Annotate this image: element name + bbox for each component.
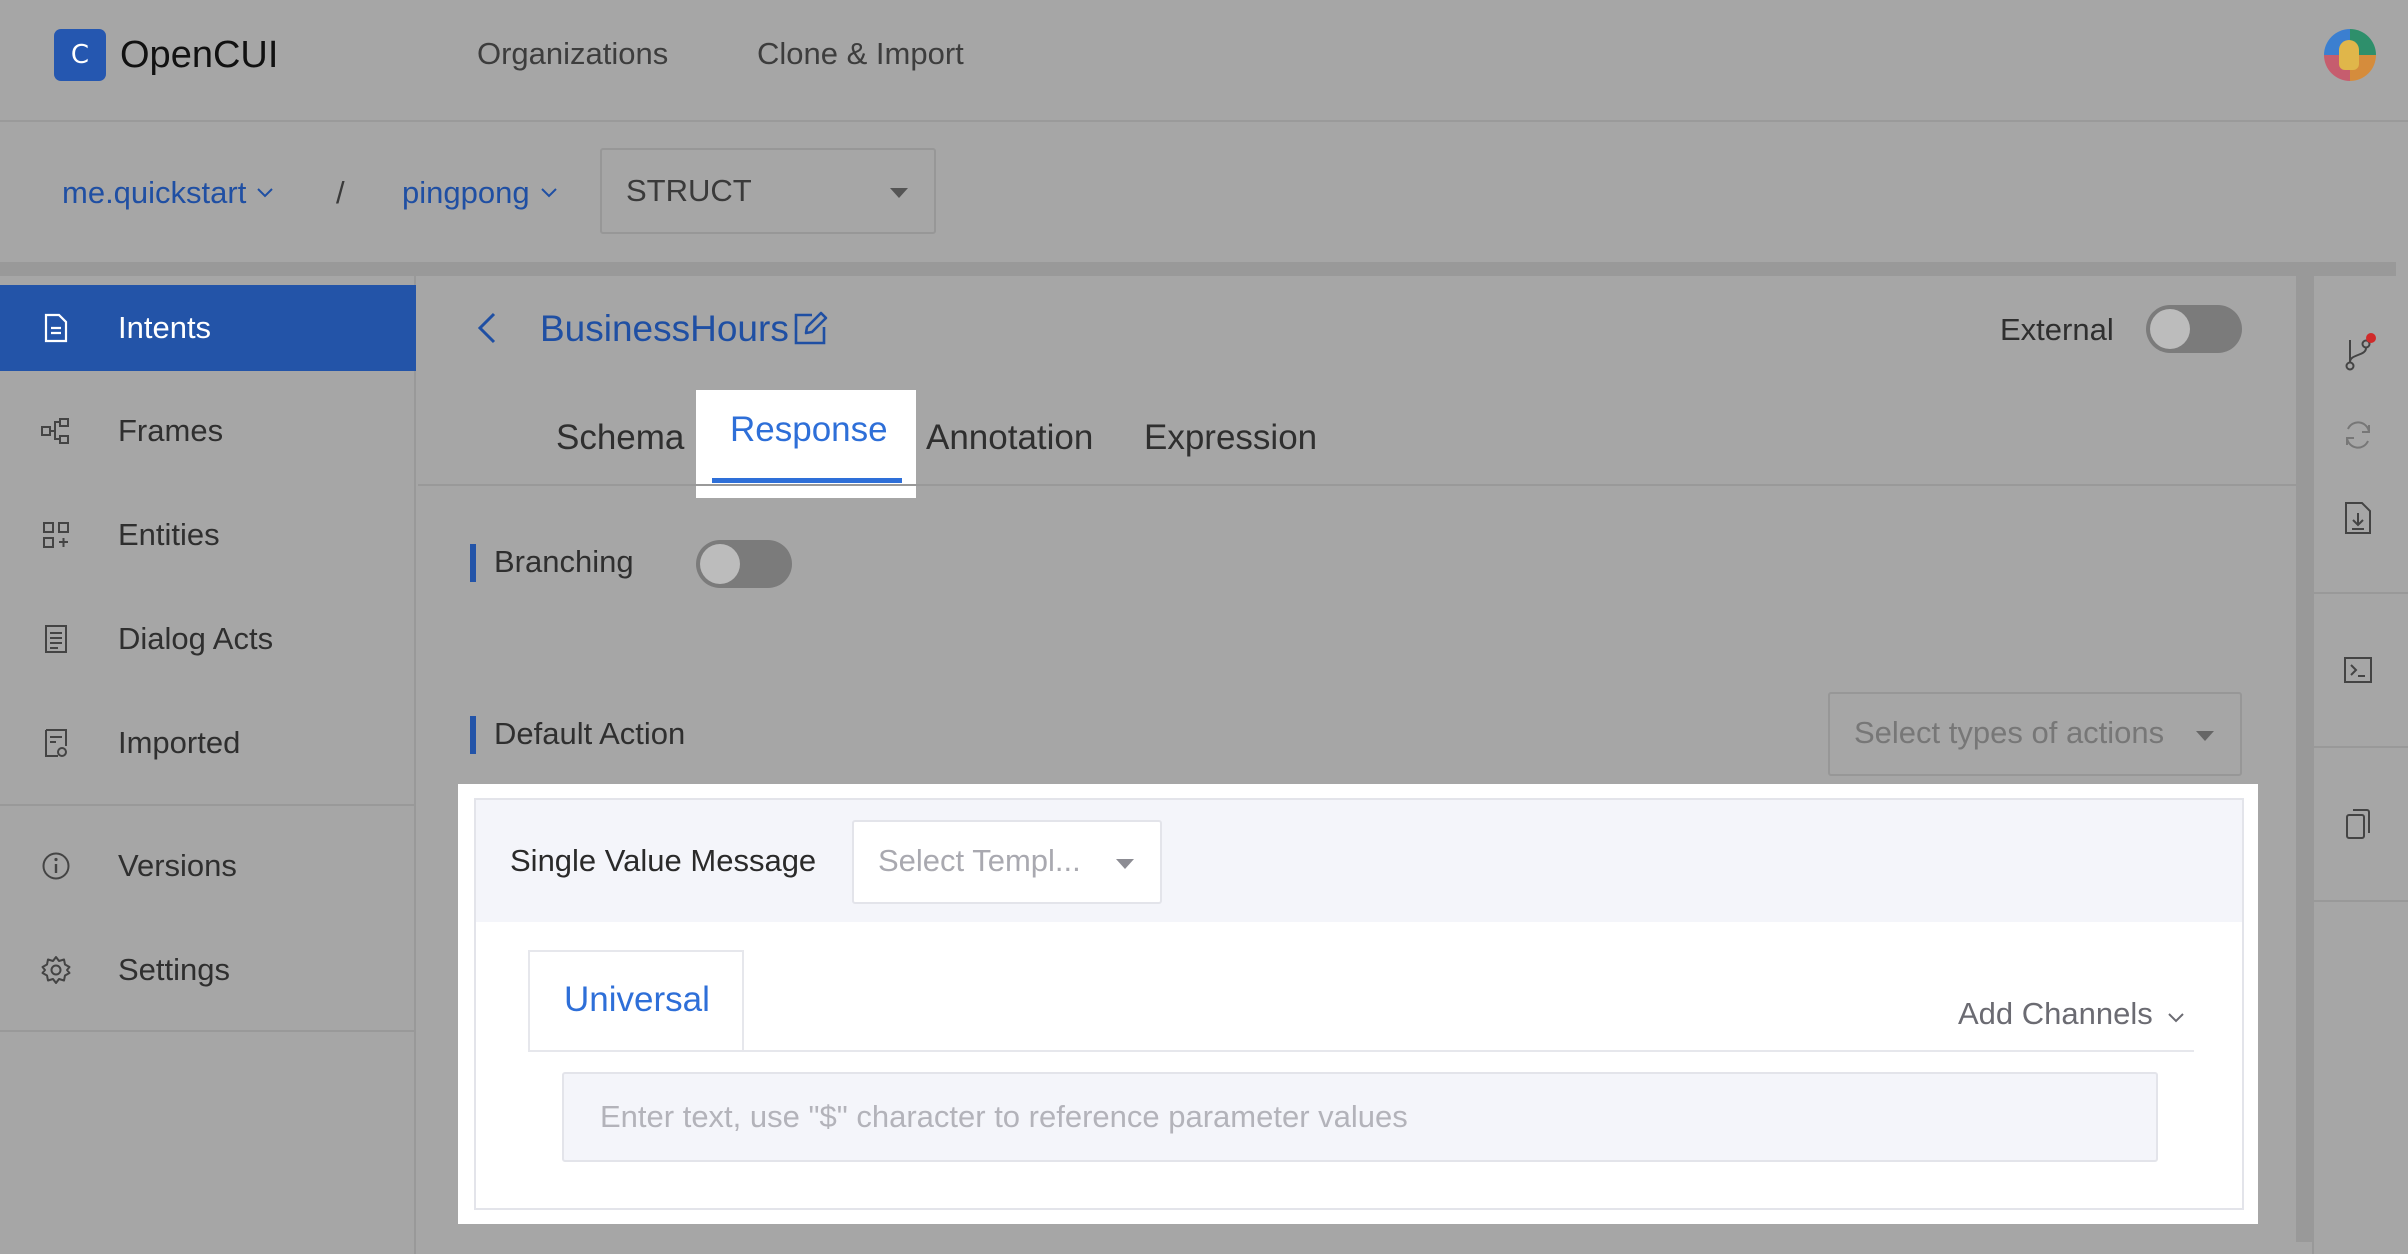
- sidebar-item-intents[interactable]: Intents: [0, 285, 416, 371]
- type-select[interactable]: STRUCT: [600, 148, 936, 234]
- sidebar-item-versions[interactable]: Versions: [0, 823, 416, 909]
- nav-organizations[interactable]: Organizations: [477, 32, 668, 76]
- sync-icon[interactable]: [2336, 413, 2380, 457]
- edit-icon[interactable]: [792, 311, 828, 347]
- sidebar-divider: [0, 804, 416, 806]
- sidebar-item-label: Versions: [118, 848, 237, 883]
- app-name[interactable]: OpenCUI: [120, 30, 278, 80]
- document-export-icon[interactable]: [2336, 496, 2380, 540]
- branching-label: Branching: [494, 544, 634, 579]
- sidebar-item-label: Intents: [118, 310, 212, 345]
- external-toggle[interactable]: [2146, 305, 2242, 353]
- breadcrumb-org-label: me.quickstart: [62, 175, 247, 210]
- response-text-input[interactable]: [562, 1072, 2158, 1162]
- action-type-select[interactable]: Select types of actions: [1828, 692, 2242, 776]
- toggle-knob: [2150, 309, 2190, 349]
- sidebar-item-label: Frames: [118, 413, 224, 448]
- git-branch-icon[interactable]: [2336, 330, 2380, 374]
- branching-toggle[interactable]: [696, 540, 792, 588]
- breadcrumb-separator: /: [336, 175, 345, 210]
- rail-divider: [2312, 592, 2408, 594]
- message-type-label: Single Value Message: [510, 843, 817, 878]
- list-doc-icon: [36, 619, 76, 659]
- add-channels-label: Add Channels: [1958, 996, 2153, 1031]
- import-doc-icon: [36, 723, 76, 763]
- info-icon: [36, 846, 76, 886]
- tab-annotation[interactable]: Annotation: [926, 410, 1093, 466]
- external-label: External: [2000, 312, 2114, 347]
- caret-down-icon: [2196, 731, 2214, 741]
- nav-clone-import[interactable]: Clone & Import: [757, 32, 964, 76]
- tab-schema[interactable]: Schema: [556, 410, 684, 466]
- default-action-label: Default Action: [494, 716, 686, 751]
- grid-icon: [36, 515, 76, 555]
- channel-tabs-divider: [528, 1050, 2194, 1052]
- rail-divider: [2312, 900, 2408, 902]
- chevron-down-icon: [256, 171, 274, 215]
- document-icon: [36, 308, 76, 348]
- template-placeholder: Select Templ...: [878, 843, 1081, 878]
- sidebar-item-frames[interactable]: Frames: [0, 388, 416, 474]
- divider: [0, 262, 2396, 276]
- tab-universal-label: Universal: [564, 980, 710, 1019]
- top-bar: [0, 0, 2408, 122]
- tabs-divider: [418, 484, 2296, 486]
- type-select-value: STRUCT: [626, 173, 752, 208]
- sidebar-item-label: Entities: [118, 517, 220, 552]
- sidebar-item-settings[interactable]: Settings: [0, 927, 416, 1013]
- breadcrumb-project-label: pingpong: [402, 175, 530, 210]
- rail-divider: [2312, 746, 2408, 748]
- toggle-knob: [700, 544, 740, 584]
- sidebar-item-label: Dialog Acts: [118, 621, 274, 656]
- caret-down-icon: [1116, 859, 1134, 869]
- breadcrumb-org[interactable]: me.quickstart: [62, 171, 274, 215]
- section-marker: [470, 716, 476, 754]
- chevron-down-icon: [2167, 992, 2185, 1036]
- action-type-placeholder: Select types of actions: [1854, 715, 2165, 750]
- tab-response[interactable]: Response: [730, 410, 888, 450]
- chevron-down-icon: [540, 171, 558, 215]
- sidebar-item-dialog-acts[interactable]: Dialog Acts: [0, 596, 416, 682]
- breadcrumb-bar: [0, 122, 2408, 262]
- page-title: BusinessHours: [540, 308, 789, 349]
- logo-glyph: C: [70, 40, 90, 70]
- logo-icon[interactable]: C: [54, 29, 106, 81]
- section-marker: [470, 544, 476, 582]
- gear-icon: [36, 950, 76, 990]
- sidebar-item-label: Imported: [118, 725, 241, 760]
- copy-icon[interactable]: [2336, 802, 2380, 846]
- caret-down-icon: [890, 188, 908, 198]
- scrollbar[interactable]: [2296, 276, 2312, 1242]
- add-channels-dropdown[interactable]: Add Channels: [1958, 992, 2185, 1036]
- sidebar-item-imported[interactable]: Imported: [0, 700, 416, 786]
- frames-icon: [36, 411, 76, 451]
- sidebar-divider: [0, 1030, 416, 1032]
- terminal-icon[interactable]: [2336, 648, 2380, 692]
- sidebar-item-label: Settings: [118, 952, 231, 987]
- tab-expression[interactable]: Expression: [1144, 410, 1317, 466]
- template-select[interactable]: Select Templ...: [852, 820, 1162, 904]
- sidebar-item-entities[interactable]: Entities: [0, 492, 416, 578]
- breadcrumb-project[interactable]: pingpong: [402, 171, 558, 215]
- back-arrow-icon[interactable]: [472, 304, 502, 352]
- active-tab-indicator: [712, 478, 902, 483]
- avatar[interactable]: [2324, 29, 2376, 81]
